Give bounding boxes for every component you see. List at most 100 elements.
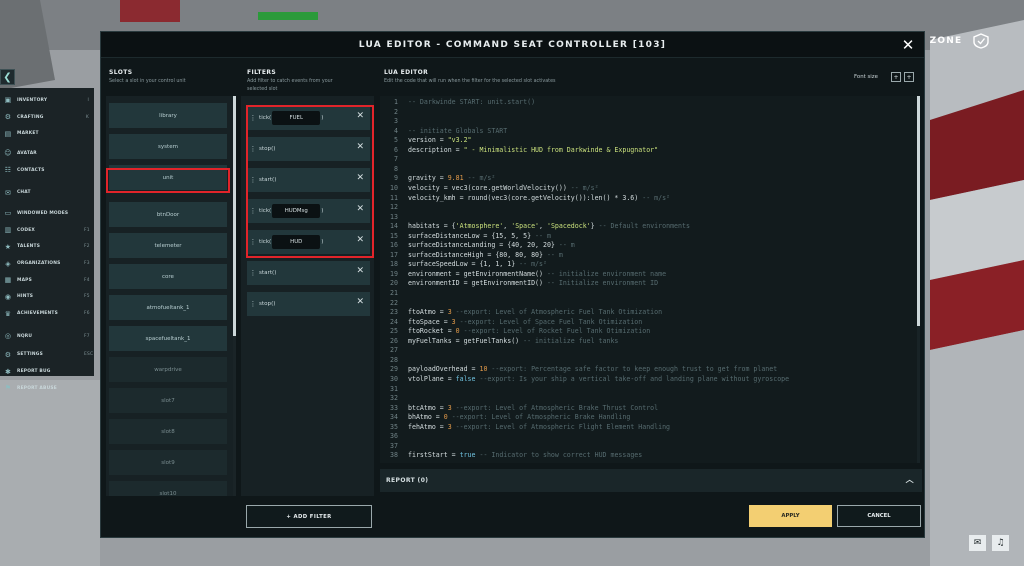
sidebar-item-shortcut: F3: [84, 261, 90, 267]
sidebar-item-organizations[interactable]: ◈ ORGANIZATIONS F3: [0, 255, 94, 272]
drag-handle-icon[interactable]: ⋮: [249, 300, 257, 308]
code-token: -- m/s²: [642, 193, 671, 202]
line-number: 38: [390, 451, 398, 460]
line-number: 21: [390, 289, 398, 297]
sidebar-item-windowed-modes[interactable]: ▭ WINDOWED MODES: [0, 205, 94, 222]
sidebar-item-crafting[interactable]: ⚙ CRAFTING K: [0, 109, 94, 126]
filter-item[interactable]: ⋮ stop() ✕: [247, 292, 370, 316]
code-token: --export: Level of Atmospheric Flight El…: [451, 422, 671, 431]
sidebar-item-achievements[interactable]: ♛ ACHIEVEMENTS F6: [0, 305, 94, 322]
sidebar-item-avatar[interactable]: ☺ AVATAR: [0, 145, 94, 162]
slot-item[interactable]: telemeter: [109, 233, 227, 258]
chevron-up-icon[interactable]: ︿: [906, 474, 914, 485]
apply-button[interactable]: APPLY: [749, 505, 832, 527]
bell-icon[interactable]: ♫: [992, 535, 1009, 551]
slot-item[interactable]: spacefueltank_1: [109, 326, 227, 351]
sidebar-item-label: CHAT: [17, 190, 31, 196]
filters-subtitle-line1: Add filter to catch events from your: [247, 79, 333, 84]
code-line: environmentID = getEnvironmentID() -- In…: [408, 279, 658, 287]
sidebar-item-hints[interactable]: ◉ HINTS F5: [0, 289, 94, 306]
code-token: -- m/s²: [519, 260, 547, 269]
nq-icon: ◎: [4, 332, 12, 341]
sidebar-item-talents[interactable]: ★ TALENTS F2: [0, 239, 94, 256]
slot-item[interactable]: warpdrive: [109, 357, 227, 382]
slot-item[interactable]: btnDoor: [109, 202, 227, 227]
line-number: 5: [394, 136, 398, 145]
code-line: firstStart = true -- Indicator to show c…: [408, 451, 642, 459]
code-line: btcAtmo = 3 --export: Level of Atmospher…: [408, 404, 658, 412]
sidebar-toggle-button[interactable]: ❮: [0, 69, 15, 85]
contacts-icon: ☷: [4, 166, 12, 175]
slot-item[interactable]: slot8: [109, 419, 227, 444]
line-number: 29: [390, 365, 398, 374]
line-number: 36: [390, 432, 398, 441]
sidebar-item-report-bug[interactable]: ✱ REPORT BUG: [0, 363, 94, 380]
sidebar-item-contacts[interactable]: ☷ CONTACTS: [0, 162, 94, 179]
filter-name: start(): [259, 270, 277, 276]
editor-scrollbar[interactable]: [917, 96, 920, 463]
editor-scrollbar-thumb[interactable]: [917, 96, 920, 326]
line-number: 3: [394, 117, 398, 126]
sidebar-item-chat[interactable]: ✉ CHAT: [0, 184, 94, 201]
sidebar-item-inventory[interactable]: ▣ INVENTORY I: [0, 92, 94, 109]
sidebar-item-shortcut: I: [87, 97, 89, 103]
code-line: velocity_kmh = round(vec3(core.getVeloci…: [408, 194, 670, 202]
font-increase-button[interactable]: +: [904, 72, 914, 82]
code-token: 9.81: [447, 174, 464, 183]
code-line: ftoRocket = 0 --export: Level of Rocket …: [408, 327, 650, 335]
filters-highlight: [246, 105, 374, 258]
sidebar-item-label: AVATAR: [17, 150, 37, 156]
code-token: payloadOverhead =: [408, 365, 480, 374]
sidebar-item-nqru[interactable]: ◎ NQRU F7: [0, 328, 94, 345]
sidebar-item-codex[interactable]: ▥ CODEX F1: [0, 222, 94, 239]
drag-handle-icon[interactable]: ⋮: [249, 269, 257, 277]
book-icon: ▥: [4, 226, 12, 235]
slot-item[interactable]: core: [109, 264, 227, 289]
report-bar[interactable]: REPORT (0) ︿: [380, 469, 922, 492]
sidebar-item-settings[interactable]: ⚙ SETTINGS ESC: [0, 347, 94, 364]
close-icon[interactable]: ✕: [900, 36, 916, 54]
code-line: environment = getEnvironmentName() -- in…: [408, 270, 666, 278]
sidebar-item-label: NQRU: [17, 333, 33, 339]
code-token: --export: Level of Rocket Fuel Tank Otim…: [459, 327, 651, 336]
line-number: 11: [390, 193, 398, 202]
sidebar-item-maps[interactable]: ▦ MAPS F4: [0, 272, 94, 289]
slot-item[interactable]: slot10: [109, 481, 227, 496]
code-token: -- m: [535, 231, 551, 240]
sidebar-item-report-abuse[interactable]: ⚑ REPORT ABUSE: [0, 380, 94, 397]
slots-scrollbar-thumb[interactable]: [233, 96, 236, 336]
gear-icon: ⚙: [4, 113, 12, 122]
line-number: 10: [390, 183, 398, 192]
cancel-button[interactable]: CANCEL: [837, 505, 921, 527]
bug-icon: ✱: [4, 367, 12, 376]
line-number: 37: [390, 441, 398, 450]
slots-scrollbar[interactable]: [233, 96, 236, 496]
slot-item[interactable]: slot9: [109, 450, 227, 475]
slot-item[interactable]: system: [109, 134, 227, 159]
chat-alert-icon[interactable]: ✉: [969, 535, 986, 551]
sidebar-item-label: ORGANIZATIONS: [17, 261, 61, 267]
line-number: 14: [390, 222, 398, 231]
trophy-icon: ♛: [4, 309, 12, 318]
code-token: version =: [408, 136, 448, 145]
code-token: --export: Level of Atmospheric Brake Thr…: [451, 403, 659, 412]
code-token: habitats = {: [408, 222, 456, 231]
sidebar-item-market[interactable]: ▤ MARKET: [0, 125, 94, 142]
line-number: 16: [390, 241, 398, 250]
code-editor[interactable]: 1 2 3 4 5 6 7 8 9 10 11 12 13 14 15 16 17 18 19 20 21 22 23 24 2…: [380, 96, 920, 463]
slot-item[interactable]: library: [109, 103, 227, 128]
window-title: LUA EDITOR - COMMAND SEAT CONTROLLER [10…: [358, 39, 667, 50]
code-token: " - Minimalistic HUD from Darkwinde & Ex…: [463, 145, 659, 154]
font-decrease-button[interactable]: +: [891, 72, 901, 82]
sidebar-item-label: WINDOWED MODES: [17, 210, 69, 216]
remove-filter-icon[interactable]: ✕: [356, 297, 364, 307]
slot-item[interactable]: slot7: [109, 388, 227, 413]
slots-heading: SLOTS: [109, 69, 133, 76]
slot-item[interactable]: atmofueltank_1: [109, 295, 227, 320]
filter-item[interactable]: ⋮ start() ✕: [247, 261, 370, 285]
code-token: ftoRocket =: [408, 327, 456, 336]
add-filter-button[interactable]: + ADD FILTER: [246, 505, 372, 528]
line-number: 24: [390, 317, 398, 326]
map-icon: ▦: [4, 276, 12, 285]
remove-filter-icon[interactable]: ✕: [356, 266, 364, 276]
